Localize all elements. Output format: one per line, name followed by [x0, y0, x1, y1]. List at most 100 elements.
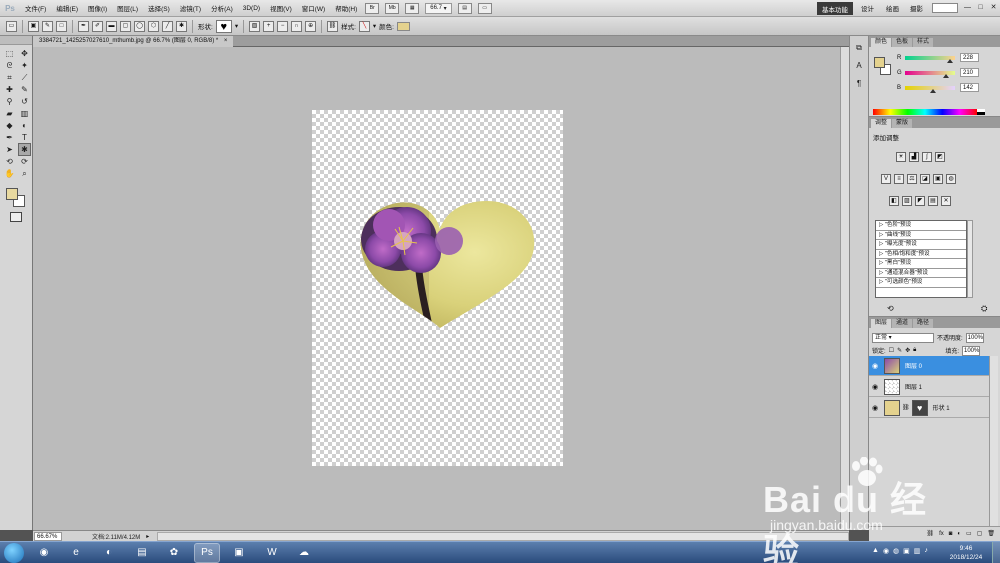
- status-zoom-field[interactable]: 66.67%: [34, 531, 62, 541]
- green-slider-knob[interactable]: [943, 73, 949, 78]
- fill-field[interactable]: 100%: [962, 345, 980, 356]
- tab-masks[interactable]: 蒙版: [892, 119, 913, 128]
- green-value-field[interactable]: 210: [960, 68, 979, 77]
- intersect-shape-icon[interactable]: ∩: [291, 20, 303, 32]
- layer-style-icon[interactable]: fx: [939, 531, 944, 537]
- menu-layer[interactable]: 图层(L): [112, 3, 143, 13]
- layer-row[interactable]: ◉ ⛓ ♥ 形状 1: [869, 398, 989, 418]
- shape-picker[interactable]: ♥: [215, 19, 232, 33]
- add-mask-icon[interactable]: ◙: [949, 531, 953, 537]
- type-tool-icon[interactable]: T: [19, 132, 30, 143]
- canvas-area[interactable]: [33, 47, 840, 530]
- preset-item[interactable]: ▷ "黑白"预设: [876, 259, 966, 269]
- 3d-rotate-tool-icon[interactable]: ⟲: [4, 156, 15, 167]
- bridge-button[interactable]: Br: [365, 2, 380, 14]
- tray-volume-icon[interactable]: ♪: [924, 547, 928, 555]
- levels-icon[interactable]: ▟: [909, 152, 919, 162]
- adjustment-layer-icon[interactable]: ◐: [957, 531, 961, 537]
- color-balance-icon[interactable]: ⚖: [907, 174, 917, 184]
- panel-grip[interactable]: [0, 36, 32, 45]
- screen-mode-button[interactable]: ▭: [477, 2, 492, 14]
- cs-live-search[interactable]: [932, 3, 958, 13]
- mini-bridge-button[interactable]: Mb: [385, 2, 400, 14]
- blue-value-field[interactable]: 142: [960, 83, 979, 92]
- lock-pixels-icon[interactable]: ✎: [897, 347, 902, 354]
- layers-scrollbar[interactable]: [989, 356, 998, 526]
- menu-file[interactable]: 文件(F): [20, 3, 51, 13]
- ellipse-icon[interactable]: ◯: [134, 20, 145, 32]
- red-slider-knob[interactable]: [947, 58, 953, 63]
- horizontal-scrollbar[interactable]: [157, 531, 849, 541]
- rounded-rectangle-icon[interactable]: ▢: [120, 20, 131, 32]
- line-icon[interactable]: ╱: [162, 20, 173, 32]
- blue-slider[interactable]: [905, 85, 955, 93]
- preset-item[interactable]: ▷ "曝光度"预设: [876, 240, 966, 250]
- invert-icon[interactable]: ◧: [889, 196, 899, 206]
- blur-tool-icon[interactable]: ◆: [4, 120, 15, 131]
- history-brush-tool-icon[interactable]: ↺: [19, 96, 30, 107]
- tray-app-icon[interactable]: ▣: [903, 547, 910, 555]
- black-white-icon[interactable]: ◪: [920, 174, 930, 184]
- workspace-essentials[interactable]: 基本功能: [817, 2, 853, 15]
- preset-item[interactable]: ▷ "色相/饱和度"预设: [876, 250, 966, 259]
- red-value-field[interactable]: 228: [960, 53, 979, 62]
- clip-to-layer-icon[interactable]: ⟲: [887, 304, 894, 313]
- character-panel-icon[interactable]: A: [853, 60, 865, 72]
- panel-options-icon[interactable]: ⛭: [981, 304, 987, 314]
- arrange-documents-button[interactable]: ▤: [457, 2, 472, 14]
- healing-brush-tool-icon[interactable]: ✚: [4, 84, 15, 95]
- marquee-tool-icon[interactable]: ⬚: [4, 48, 15, 59]
- preset-item[interactable]: ▷ "可选颜色"预设: [876, 278, 966, 288]
- preset-item[interactable]: ▷ "色阶"预设: [876, 221, 966, 231]
- hand-tool-icon[interactable]: ✋: [4, 168, 15, 179]
- polygon-icon[interactable]: ⬡: [148, 20, 159, 32]
- tab-styles[interactable]: 样式: [913, 38, 934, 47]
- visibility-eye-icon[interactable]: ◉: [869, 404, 881, 412]
- delete-layer-icon[interactable]: 🗑︎: [987, 530, 995, 537]
- rectangle-icon[interactable]: ▬: [106, 20, 117, 32]
- visibility-eye-icon[interactable]: ◉: [869, 362, 881, 370]
- brush-tool-icon[interactable]: ✎: [19, 84, 30, 95]
- clone-stamp-tool-icon[interactable]: ⚲: [4, 96, 15, 107]
- color-spectrum-ramp[interactable]: [873, 109, 977, 115]
- chevron-down-icon[interactable]: ▾: [235, 22, 238, 30]
- layer-row[interactable]: ◉ 图层 0: [869, 356, 989, 376]
- quick-mask-icon[interactable]: [10, 212, 22, 222]
- workspace-design[interactable]: 设计: [861, 3, 874, 13]
- menu-view[interactable]: 视图(V): [265, 3, 297, 13]
- taskbar-clock[interactable]: 9:46 2018/12/24: [945, 544, 987, 562]
- paragraph-panel-icon[interactable]: ¶: [853, 78, 865, 90]
- menu-image[interactable]: 图像(I): [83, 3, 112, 13]
- blue-slider-knob[interactable]: [930, 88, 936, 93]
- eraser-tool-icon[interactable]: ▰: [4, 108, 15, 119]
- close-button[interactable]: ✕: [988, 2, 999, 13]
- presets-scrollbar[interactable]: [967, 220, 973, 298]
- dodge-tool-icon[interactable]: ◐: [19, 120, 30, 131]
- new-layer-icon[interactable]: ▢: [977, 530, 983, 537]
- lock-all-icon[interactable]: 🔒︎: [913, 347, 916, 354]
- brightness-contrast-icon[interactable]: ☀: [896, 152, 906, 162]
- tab-adjustments[interactable]: 调整: [871, 119, 892, 128]
- workspace-painting[interactable]: 绘画: [886, 3, 899, 13]
- hue-saturation-icon[interactable]: ≡: [894, 174, 904, 184]
- zoom-tool-icon[interactable]: ⌕: [19, 168, 30, 179]
- close-tab-icon[interactable]: ×: [224, 38, 228, 44]
- add-shape-icon[interactable]: +: [263, 20, 275, 32]
- create-new-shape-icon[interactable]: ▧: [249, 20, 261, 32]
- selective-color-icon[interactable]: ✕: [941, 196, 951, 206]
- move-tool-icon[interactable]: ✥: [19, 48, 30, 59]
- edge-icon[interactable]: ◐: [97, 544, 121, 562]
- file-explorer-icon[interactable]: ▤: [130, 544, 154, 562]
- tab-channels[interactable]: 通道: [892, 319, 913, 328]
- internet-explorer-icon[interactable]: e: [64, 544, 88, 562]
- path-selection-tool-icon[interactable]: ➤: [4, 144, 15, 155]
- minimize-button[interactable]: —: [962, 2, 973, 13]
- chrome-icon[interactable]: ◉: [32, 544, 56, 562]
- shape-layers-icon[interactable]: ▣: [28, 20, 39, 32]
- freeform-pen-icon[interactable]: ✐: [92, 20, 103, 32]
- foreground-color-swatch[interactable]: [6, 188, 18, 200]
- show-desktop-button[interactable]: [992, 542, 1000, 563]
- preset-item[interactable]: ▷ "通道混合器"预设: [876, 269, 966, 278]
- preset-item[interactable]: ▷ "曲线"预设: [876, 231, 966, 240]
- layer-row[interactable]: ◉ 图层 1: [869, 377, 989, 397]
